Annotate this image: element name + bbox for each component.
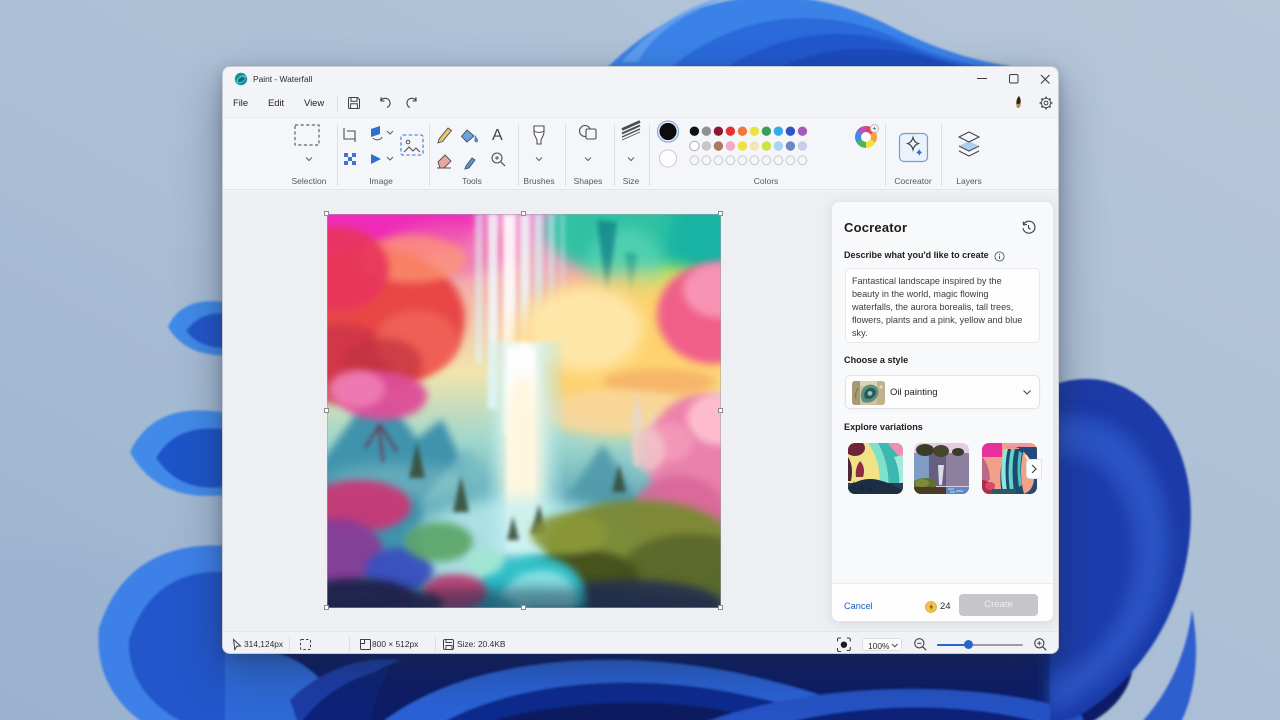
svg-text:A: A [492,127,503,144]
